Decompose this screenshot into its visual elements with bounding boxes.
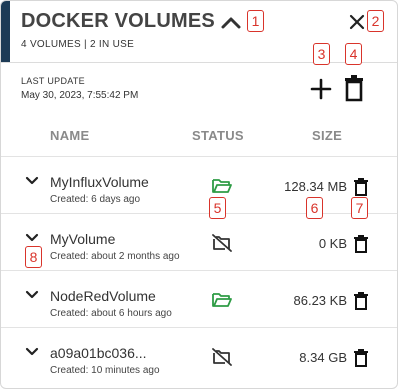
collapse-button[interactable]: [219, 11, 243, 33]
column-header-size: SIZE: [312, 128, 343, 143]
annotation-badge-4: 4: [345, 43, 362, 65]
annotation-badge-7: 7: [351, 197, 368, 219]
folder-open-icon: [212, 179, 232, 193]
annotation-badge-2: 2: [367, 10, 384, 32]
volume-size: 8.34 GB: [299, 350, 347, 365]
panel-title: DOCKER VOLUMES: [21, 10, 215, 32]
last-update-value: May 30, 2023, 7:55:42 PM: [21, 90, 139, 101]
close-icon: [349, 14, 365, 30]
chevron-up-icon: [221, 17, 241, 29]
trash-icon: [345, 75, 363, 102]
last-update-label: LAST UPDATE: [21, 76, 85, 86]
trash-icon[interactable]: [352, 177, 370, 197]
volume-created: Created: about 6 hours ago: [50, 308, 172, 319]
trash-icon[interactable]: [352, 234, 370, 254]
volume-row[interactable]: NodeRedVolume Created: about 6 hours ago…: [1, 270, 397, 327]
delete-all-button[interactable]: [343, 74, 365, 102]
volume-created: Created: about 2 months ago: [50, 251, 180, 262]
volume-name: a09a01bc036...: [50, 345, 147, 361]
annotation-badge-8: 8: [25, 246, 42, 268]
chevron-down-icon[interactable]: [25, 233, 39, 243]
volume-row[interactable]: a09a01bc036... Created: 10 minutes ago 8…: [1, 327, 397, 387]
annotation-badge-5: 5: [209, 197, 226, 219]
volume-created: Created: 6 days ago: [50, 194, 141, 205]
volume-size: 128.34 MB: [284, 179, 347, 194]
annotation-badge-1: 1: [247, 10, 264, 32]
column-header-name: NAME: [50, 128, 90, 143]
volume-count-summary: 4 VOLUMES | 2 IN USE: [21, 39, 135, 50]
folder-open-icon: [212, 293, 232, 307]
chevron-down-icon[interactable]: [25, 290, 39, 300]
close-button[interactable]: [346, 11, 368, 33]
trash-icon[interactable]: [352, 291, 370, 311]
volume-created: Created: 10 minutes ago: [50, 365, 160, 376]
folder-off-icon: [212, 348, 232, 366]
chevron-down-icon[interactable]: [25, 347, 39, 357]
folder-off-icon: [212, 234, 232, 252]
volume-row[interactable]: MyInfluxVolume Created: 6 days ago 128.3…: [1, 156, 397, 213]
panel-header: DOCKER VOLUMES 4 VOLUMES | 2 IN USE 1 2: [1, 1, 397, 63]
trash-icon[interactable]: [352, 348, 370, 368]
plus-icon: [310, 78, 332, 100]
volume-row[interactable]: MyVolume Created: about 2 months ago 0 K…: [1, 213, 397, 270]
add-volume-button[interactable]: [309, 76, 333, 102]
docker-volumes-panel: DOCKER VOLUMES 4 VOLUMES | 2 IN USE 1 2 …: [0, 0, 398, 389]
annotation-badge-3: 3: [313, 43, 330, 65]
volume-size: 86.23 KB: [293, 293, 348, 308]
volume-name: NodeRedVolume: [50, 288, 156, 304]
volume-name: MyInfluxVolume: [50, 174, 149, 190]
chevron-down-icon[interactable]: [25, 176, 39, 186]
volume-list: MyInfluxVolume Created: 6 days ago 128.3…: [1, 156, 397, 387]
volume-name: MyVolume: [50, 231, 116, 247]
annotation-badge-6: 6: [306, 197, 323, 219]
column-header-status: STATUS: [192, 128, 244, 143]
volume-size: 0 KB: [318, 236, 347, 251]
